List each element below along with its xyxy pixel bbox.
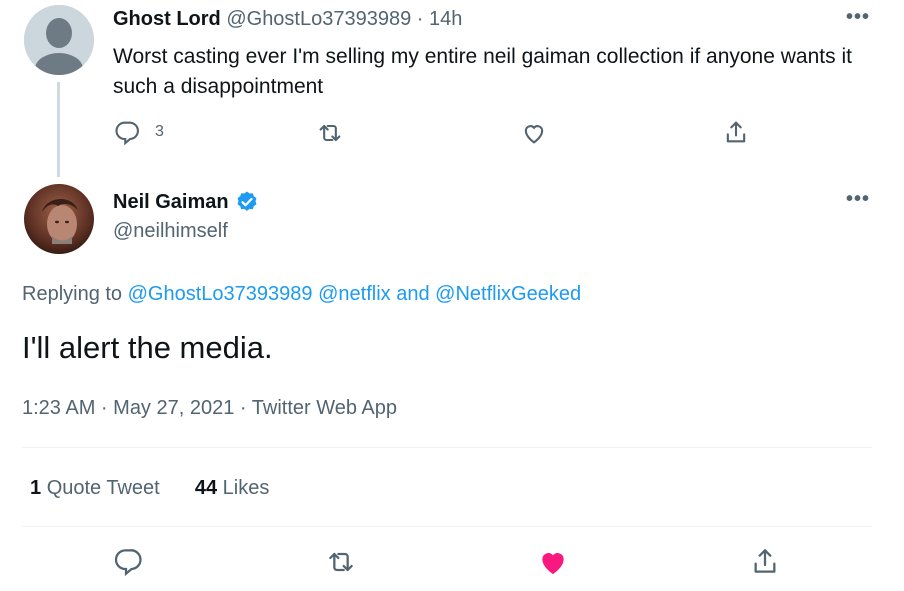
quote-tweets-link[interactable]: 1 Quote Tweet [30,477,165,499]
share-icon [722,118,750,146]
more-icon: ••• [846,6,871,28]
divider-top [22,447,872,448]
reply-icon [112,545,144,577]
like-count: 44 [194,477,218,499]
verified-badge-icon [235,190,259,214]
mention-and[interactable]: and [396,283,429,305]
default-avatar-icon [24,5,94,75]
mention-netflix[interactable]: @netflix [318,283,391,305]
likes-link[interactable]: 44 Likes [195,477,270,499]
engagement-stats: 1 Quote Tweet 44 Likes [30,477,269,500]
profile-photo [24,184,94,254]
parent-retweet-button[interactable] [316,119,344,147]
main-like-button[interactable] [537,546,569,578]
quote-label: Quote Tweet [46,477,160,499]
reply-icon [113,118,141,146]
more-icon: ••• [846,188,871,210]
like-icon [520,119,548,147]
parent-handle[interactable]: @GhostLo37393989 [226,8,411,30]
share-icon [749,545,781,577]
main-retweet-button[interactable] [325,546,357,578]
retweet-icon [316,119,344,147]
main-tweet-text: I'll alert the media. [22,330,273,365]
retweet-icon [325,546,357,578]
replying-to-prefix: Replying to [22,283,123,305]
avatar-ghost-lord[interactable] [24,5,94,75]
parent-time[interactable]: 14h [429,8,462,30]
parent-reply-button[interactable]: 3 [113,118,164,146]
likes-label: Likes [222,477,270,499]
parent-display-name[interactable]: Ghost Lord [113,8,221,30]
tweet-timestamp[interactable]: 1:23 AM · May 27, 2021 · Twitter Web App [22,397,397,420]
author-row: Neil Gaiman [113,190,259,214]
main-more-button[interactable]: ••• [846,188,870,211]
parent-more-button[interactable]: ••• [846,6,870,29]
quote-count: 1 [30,477,42,499]
parent-tweet-text: Worst casting ever I'm selling my entire… [113,45,852,98]
like-icon [537,546,569,578]
main-reply-button[interactable] [112,545,144,577]
parent-like-button[interactable] [520,119,548,147]
parent-reply-count: 3 [155,123,164,140]
author-display-name[interactable]: Neil Gaiman [113,191,229,214]
avatar-neil-gaiman[interactable] [24,184,94,254]
replying-to: Replying to @GhostLo37393989 @netflix an… [22,283,581,306]
thread-line [57,82,60,177]
mention-ghostlord[interactable]: @GhostLo37393989 [128,283,313,305]
mention-netflixgeeked[interactable]: @NetflixGeeked [435,283,581,305]
divider-bottom [22,526,872,527]
parent-tweet-header: Ghost Lord @GhostLo37393989 · 14h [113,8,462,31]
main-share-button[interactable] [749,545,781,577]
author-handle[interactable]: @neilhimself [113,220,228,243]
header-separator: · [416,8,424,30]
parent-share-button[interactable] [722,118,750,146]
